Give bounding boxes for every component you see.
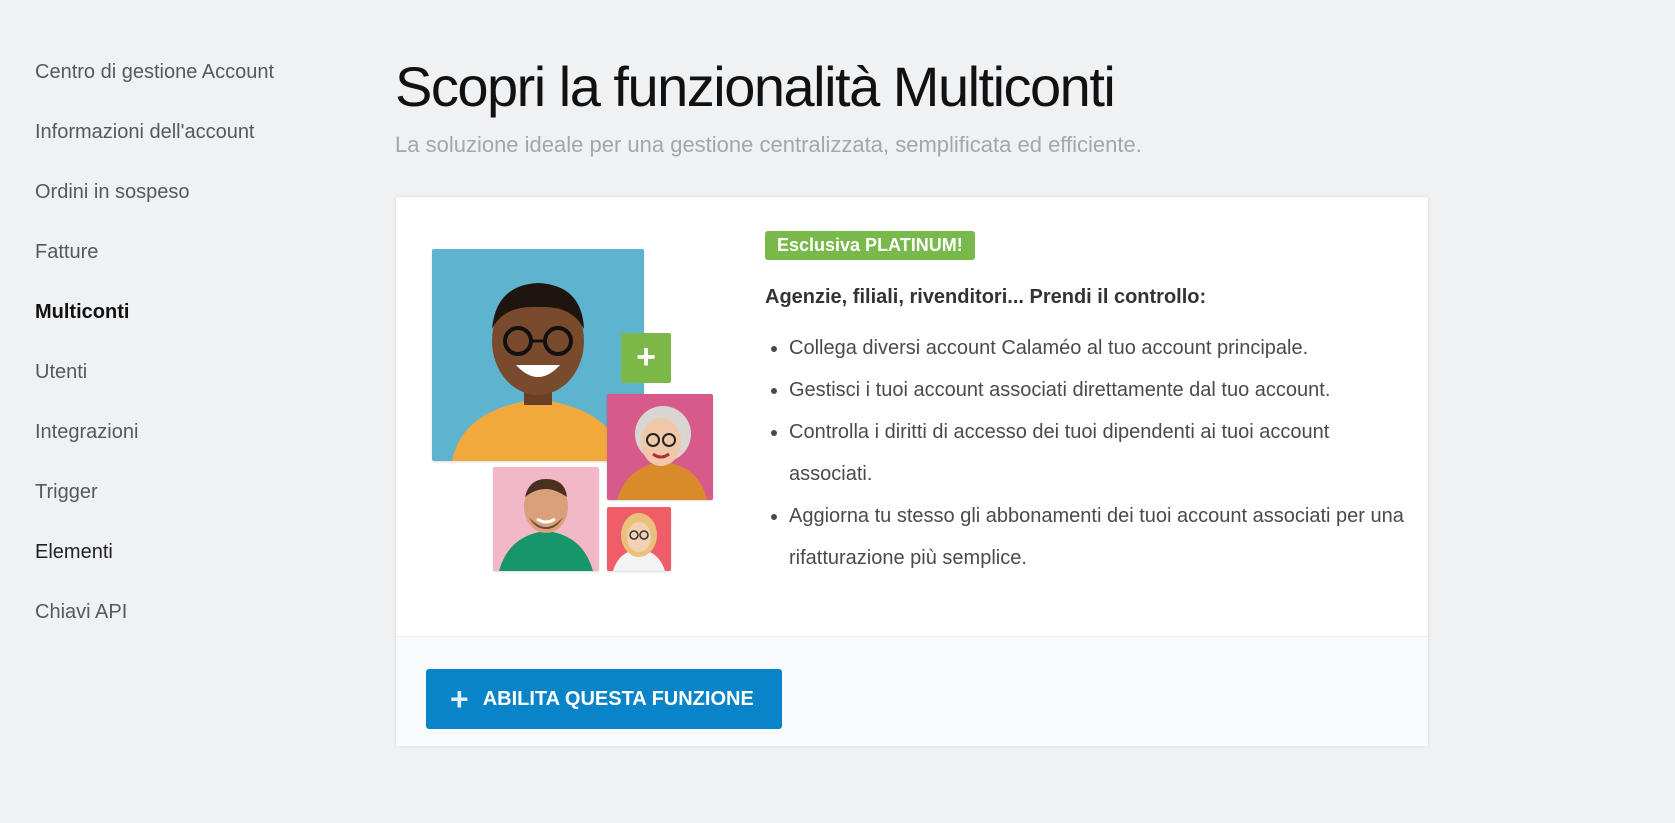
main-content: Scopri la funzionalità Multiconti La sol… [395,52,1430,746]
portrait-photo-woman-blonde [607,507,671,571]
list-item: Collega diversi account Calaméo al tuo a… [789,327,1405,369]
list-item: Controlla i diritti di accesso dei tuoi … [789,411,1405,495]
page-subtitle: La soluzione ideale per una gestione cen… [395,132,1142,157]
sidebar-item-api-keys[interactable]: Chiavi API [35,592,355,652]
plus-icon: + [621,333,671,383]
sidebar-item-integrations[interactable]: Integrazioni [35,412,355,472]
list-item: Gestisci i tuoi account associati dirett… [789,369,1405,411]
page-title: Scopri la funzionalità Multiconti [395,55,1116,118]
people-collage-illustration: + [432,249,713,571]
feature-description: Esclusiva PLATINUM! Agenzie, filiali, ri… [765,231,1405,579]
feature-card: + Esclusiva PLATINUM! Agenzie, filiali, … [395,196,1429,746]
sidebar-item-elements[interactable]: Elementi [35,532,355,592]
sidebar-item-invoices[interactable]: Fatture [35,232,355,292]
enable-feature-button-label: ABILITA QUESTA FUNZIONE [482,687,754,710]
feature-card-body: + Esclusiva PLATINUM! Agenzie, filiali, … [396,197,1428,636]
sidebar: Centro di gestione Account Informazioni … [35,52,355,652]
portrait-photo-woman-grey [607,394,713,500]
sidebar-item-pending-orders[interactable]: Ordini in sospeso [35,172,355,232]
enable-feature-button[interactable]: + ABILITA QUESTA FUNZIONE [426,669,782,729]
feature-headline: Agenzie, filiali, rivenditori... Prendi … [765,286,1207,308]
plus-icon: + [450,681,469,717]
portrait-photo-man-green [493,467,599,571]
sidebar-item-account-center[interactable]: Centro di gestione Account [35,52,355,112]
feature-card-footer: + ABILITA QUESTA FUNZIONE [396,636,1428,746]
sidebar-item-multiaccounts[interactable]: Multiconti [35,292,355,352]
sidebar-item-trigger[interactable]: Trigger [35,472,355,532]
list-item: Aggiorna tu stesso gli abbonamenti dei t… [789,495,1405,579]
platinum-badge: Esclusiva PLATINUM! [765,231,975,260]
sidebar-item-account-info[interactable]: Informazioni dell'account [35,112,355,172]
sidebar-item-users[interactable]: Utenti [35,352,355,412]
feature-list: Collega diversi account Calaméo al tuo a… [765,327,1405,579]
